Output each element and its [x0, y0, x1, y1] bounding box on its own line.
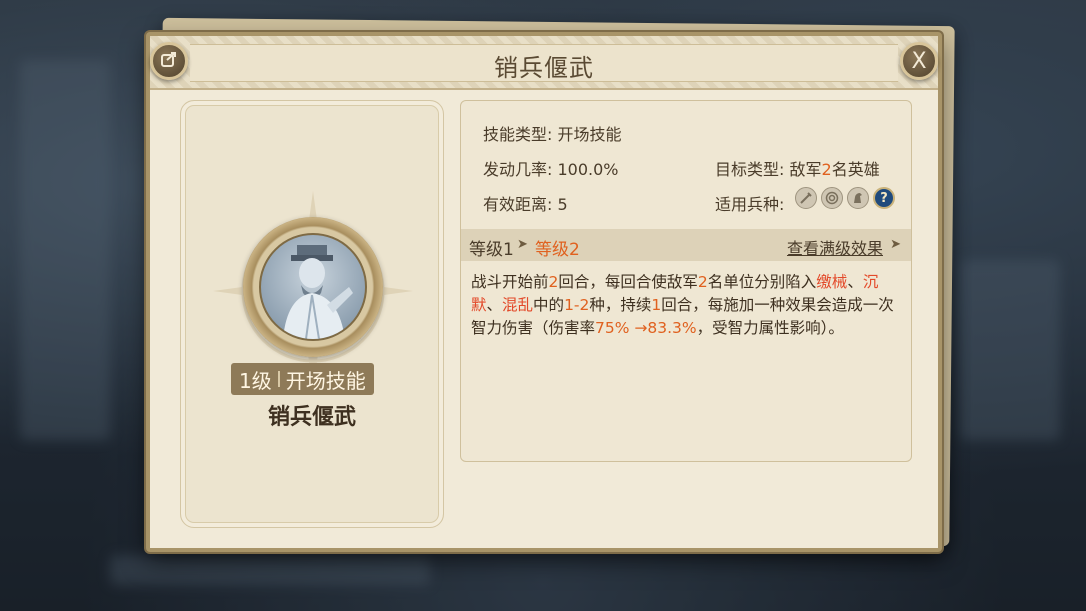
range-row: 有效距离: 5 — [483, 191, 568, 215]
level-1-label: 等级1 — [469, 240, 514, 260]
skill-name: 销兵偃武 — [267, 405, 356, 430]
bow-target-icon — [821, 187, 843, 209]
share-icon — [159, 49, 179, 73]
sword-icon — [795, 187, 817, 209]
target-type-value-pre: 敌军 — [789, 160, 822, 179]
skill-dialog: 销兵偃武 X 1级 开场技能 销兵偃武 技能类型: 开场技能 发动几率: 100… — [146, 32, 942, 552]
desc-text: 战斗开始前 — [471, 273, 549, 291]
arrow-right-icon: ➤ — [517, 237, 528, 252]
desc-number: 1 — [651, 296, 662, 314]
range-label: 有效距离: — [483, 195, 553, 214]
level-2-label: 等级2 — [535, 240, 580, 260]
skill-portrait-card: 1级 开场技能 销兵偃武 — [180, 100, 444, 528]
desc-text: 、 — [847, 273, 863, 291]
badge-divider — [277, 371, 280, 387]
skill-description: 战斗开始前2回合，每回合使敌军2名单位分别陷入缴械、沉默、混乱中的1-2种，持续… — [471, 271, 903, 340]
dialog-titlebar: 销兵偃武 X — [150, 36, 938, 90]
troop-type-label: 适用兵种: — [715, 195, 785, 214]
troop-icons: ? — [795, 187, 895, 209]
skill-type-label: 技能类型: — [483, 125, 553, 144]
share-button[interactable] — [150, 42, 188, 80]
desc-text: 回合，每回合使敌军 — [558, 273, 698, 291]
target-type-row: 目标类型: 敌军2名英雄 — [715, 156, 880, 180]
desc-text: 中的 — [533, 296, 565, 314]
desc-number: 2 — [548, 273, 559, 291]
target-type-value-post: 名英雄 — [831, 160, 880, 179]
dialog-title: 销兵偃武 — [494, 54, 594, 82]
question-icon[interactable]: ? — [873, 187, 895, 209]
level-bar: 等级1 ➤ 等级2 查看满级效果 ➤ — [461, 229, 911, 261]
desc-text: 名单位分别陷入 — [707, 273, 817, 291]
trigger-rate-label: 发动几率: — [483, 160, 553, 179]
hero-portrait — [259, 233, 367, 341]
view-max-level-link[interactable]: 查看满级效果 — [787, 235, 883, 259]
portrait-frame — [243, 217, 383, 357]
desc-status-disarm: 缴械 — [816, 273, 848, 291]
close-icon: X — [911, 48, 927, 74]
target-count: 2 — [821, 160, 832, 179]
desc-number: 1-2 — [564, 296, 590, 314]
skill-type-value: 开场技能 — [557, 125, 622, 144]
skill-type-badge-text: 开场技能 — [285, 368, 366, 393]
desc-text: 、 — [486, 296, 503, 314]
trigger-rate-row: 发动几率: 100.0% — [483, 156, 619, 180]
level-badge: 1级 开场技能 — [231, 363, 374, 395]
desc-text: ，受智力属性影响）。 — [696, 319, 844, 337]
horse-icon — [847, 187, 869, 209]
chevron-right-icon[interactable]: ➤ — [890, 237, 901, 252]
close-button[interactable]: X — [900, 42, 938, 80]
desc-damage-rate: 75% →83.3% — [595, 319, 697, 337]
desc-status-chaos: 混乱 — [502, 296, 534, 314]
target-type-label: 目标类型: — [715, 160, 785, 179]
skill-type-row: 技能类型: 开场技能 — [483, 121, 622, 145]
trigger-rate-value: 100.0% — [557, 160, 619, 179]
desc-text: 种，持续 — [589, 296, 652, 314]
desc-number: 2 — [697, 273, 708, 291]
troop-type-row: 适用兵种: — [715, 191, 784, 215]
range-value: 5 — [557, 195, 568, 214]
skill-info-card: 技能类型: 开场技能 发动几率: 100.0% 有效距离: 5 目标类型: 敌军… — [460, 100, 912, 462]
level-text: 1级 — [239, 368, 272, 393]
